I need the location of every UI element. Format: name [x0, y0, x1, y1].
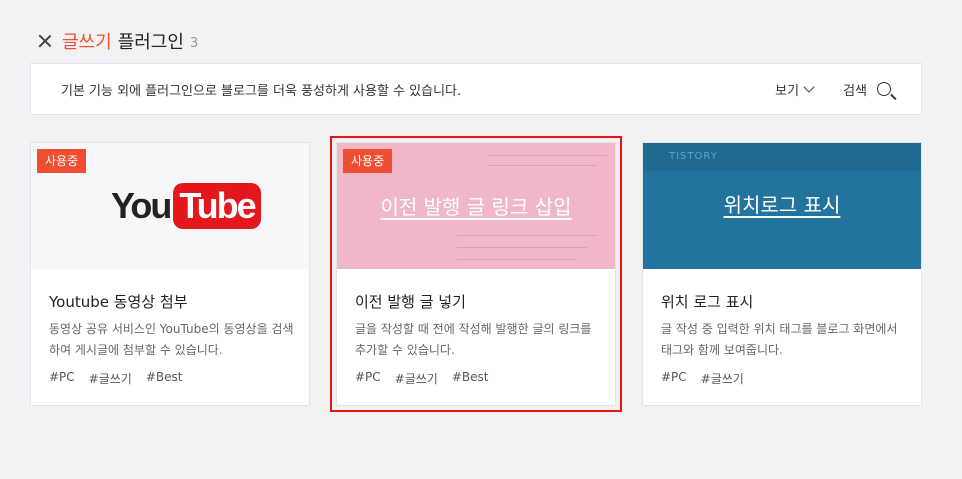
tag: #글쓰기 — [88, 372, 132, 386]
close-icon[interactable] — [36, 32, 54, 50]
tag: #PC — [49, 370, 75, 384]
youtube-logo-you: You — [111, 185, 172, 226]
status-badge: 사용중 — [343, 149, 393, 173]
plugin-card-youtube[interactable]: 사용중 You Tube Youtube 동영상 첨부 동영상 공유 서비스인 … — [30, 142, 310, 406]
card-description: 글 작성 중 입력한 위치 태그를 블로그 화면에서 태그와 함께 보여줍니다. — [661, 322, 898, 357]
tag: #글쓰기 — [394, 372, 438, 386]
card-description: 글을 작성할 때 전에 작성해 발행한 글의 링크를 추가할 수 있습니다. — [355, 322, 592, 357]
chevron-down-icon — [803, 81, 815, 93]
thumbnail-caption: 위치로그 표시 — [723, 193, 841, 217]
tag-list: #PC #글쓰기 #Best — [355, 370, 489, 387]
card-thumbnail: TISTORY 위치로그 표시 — [643, 143, 921, 269]
tag: #Best — [451, 370, 489, 384]
youtube-logo: You Tube — [111, 183, 261, 229]
search-button[interactable]: 검색 — [843, 80, 891, 99]
tag: #글쓰기 — [700, 372, 744, 386]
plugin-card-location-log[interactable]: TISTORY 위치로그 표시 위치 로그 표시 글 작성 중 입력한 위치 태… — [642, 142, 922, 406]
page-title: 플러그인 — [117, 32, 184, 53]
view-dropdown-button[interactable]: 보기 — [775, 80, 815, 99]
card-description: 동영상 공유 서비스인 YouTube의 동영상을 검색하여 게시글에 첨부할 … — [49, 322, 294, 357]
search-icon — [877, 82, 891, 96]
tag-list: #PC #글쓰기 #Best — [49, 370, 183, 387]
plugin-count: 3 — [189, 35, 199, 51]
page-title-category: 글쓰기 — [62, 32, 112, 53]
tag: #Best — [145, 370, 183, 384]
card-thumbnail: 사용중 이전 발행 글 링크 삽입 — [337, 143, 615, 269]
tag: #PC — [661, 370, 687, 384]
search-label: 검색 — [843, 83, 867, 99]
page-header: 글쓰기 플러그인 3 — [36, 28, 198, 54]
tag: #PC — [355, 370, 381, 384]
tag-list: #PC #글쓰기 — [661, 370, 744, 387]
plugin-card-previous-post[interactable]: 사용중 이전 발행 글 링크 삽입 이전 발행 글 넣기 글을 작성할 때 전에… — [336, 142, 616, 406]
view-label: 보기 — [775, 83, 800, 99]
card-thumbnail: 사용중 You Tube — [31, 143, 309, 269]
status-badge: 사용중 — [37, 149, 87, 173]
thumbnail-caption: 이전 발행 글 링크 삽입 — [380, 195, 572, 219]
card-title: Youtube 동영상 첨부 — [49, 293, 188, 311]
info-bar: 기본 기능 외에 플러그인으로 블로그를 더욱 풍성하게 사용할 수 있습니다.… — [30, 63, 922, 115]
youtube-logo-tube: Tube — [173, 183, 261, 229]
info-text: 기본 기능 외에 플러그인으로 블로그를 더욱 풍성하게 사용할 수 있습니다. — [61, 83, 462, 99]
card-title: 위치 로그 표시 — [661, 293, 754, 311]
tistory-brand: TISTORY — [669, 151, 718, 162]
card-title: 이전 발행 글 넣기 — [355, 293, 466, 311]
